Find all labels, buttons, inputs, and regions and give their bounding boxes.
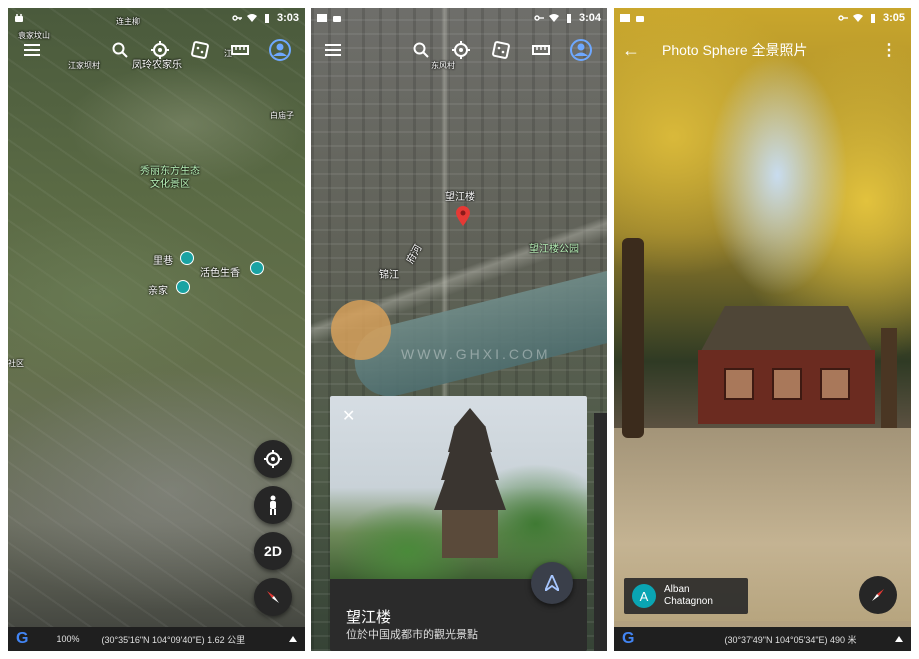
location-pin-icon[interactable] — [456, 206, 470, 226]
wifi-icon — [246, 14, 257, 22]
map-label: 社区 — [8, 359, 24, 368]
place-card[interactable]: ✕ 望江楼 位於中国成都市的觀光景點 — [330, 396, 587, 651]
more-options-icon[interactable]: ⋮ — [879, 40, 899, 60]
clock: 3:05 — [882, 12, 905, 24]
navigation-arrow-icon — [545, 575, 559, 591]
map-label: 江 — [224, 49, 232, 58]
photo-title: Photo Sphere 全景照片 — [662, 42, 808, 58]
wifi-icon — [548, 14, 559, 22]
map-label: 望江楼 — [445, 192, 475, 203]
coordinates: (30°37'49"N 104°05'34"E) 490 米 — [724, 634, 857, 645]
pagoda-illustration — [430, 408, 510, 558]
battery-icon — [264, 14, 269, 23]
next-card-peek[interactable] — [594, 413, 607, 651]
chevron-up-icon[interactable] — [895, 636, 903, 642]
android-icon — [15, 14, 23, 22]
clock: 3:04 — [578, 12, 601, 24]
toolbar — [311, 36, 607, 64]
account-icon[interactable] — [567, 36, 595, 64]
map-label: 锦江 — [379, 270, 399, 281]
map-label: 白庙子 — [270, 111, 294, 120]
map-label: 文化景区 — [150, 179, 190, 190]
image-icon — [317, 14, 327, 22]
map-label: 亲家 — [148, 286, 168, 297]
map-label: 东风村 — [431, 61, 455, 70]
view-mode-button[interactable]: 2D — [254, 532, 292, 570]
temple-building — [684, 306, 889, 424]
zoom-level: 100% — [56, 634, 80, 644]
photo-pin-icon[interactable] — [250, 261, 264, 275]
wifi-icon — [852, 14, 863, 22]
android-icon — [333, 16, 341, 22]
key-icon — [838, 15, 848, 21]
close-icon[interactable]: ✕ — [342, 406, 355, 426]
screen-photo-sphere: 3:05 ← Photo Sphere 全景照片 ⋮ A Alban Chata… — [614, 8, 911, 651]
place-subtitle: 位於中国成都市的觀光景點 — [346, 629, 478, 641]
battery-icon — [870, 14, 875, 23]
chevron-up-icon[interactable] — [289, 636, 297, 642]
compass-icon — [872, 589, 884, 601]
photo-pin-icon[interactable] — [180, 251, 194, 265]
image-icon — [620, 14, 630, 22]
key-icon — [232, 15, 242, 21]
map-label: 袁家坟山 — [18, 31, 50, 40]
author-name-line: Alban — [664, 584, 690, 595]
google-logo: G — [622, 630, 635, 647]
locate-icon — [264, 450, 282, 468]
screen-map-3d: 3:03 袁家坟山 连主柳 江家坝村 江 凤玲农家乐 白庙子 秀丽东方生态 文化… — [8, 8, 305, 651]
screen-place-card: 3:04 东风村 望江楼 望江楼公园 锦江 府河 WWW.GHXI.COM ✕ … — [311, 8, 607, 651]
map-label: 凤玲农家乐 — [132, 60, 182, 71]
attribution-bar: G 100% (30°35'16"N 104°09'40"E) 1.62 公里 — [8, 627, 305, 651]
photo-pin-icon[interactable] — [176, 280, 190, 294]
dice-icon[interactable] — [186, 36, 214, 64]
battery-icon — [566, 14, 571, 23]
map-label: 连主柳 — [116, 17, 140, 26]
google-logo: G — [16, 630, 29, 647]
key-icon — [534, 15, 544, 21]
back-arrow-icon[interactable]: ← — [622, 40, 652, 61]
search-icon[interactable] — [106, 36, 134, 64]
watermark-text: WWW.GHXI.COM — [401, 346, 551, 362]
dice-icon[interactable] — [487, 36, 515, 64]
author-chip[interactable]: A Alban Chatagnon — [624, 578, 748, 614]
android-icon — [636, 16, 644, 22]
map-label: 里巷 — [153, 256, 173, 267]
map-label: 望江楼公园 — [529, 244, 579, 255]
map-label: 活色生香 — [200, 268, 240, 279]
compass-icon — [267, 591, 279, 603]
pegman-icon — [270, 495, 276, 515]
compass-button[interactable] — [859, 576, 897, 614]
menu-icon[interactable] — [319, 36, 347, 64]
author-name-line: Chatagnon — [664, 596, 713, 607]
measure-icon[interactable] — [527, 36, 555, 64]
status-bar: 3:03 — [8, 8, 305, 28]
watermark-logo — [331, 300, 391, 360]
attribution-bar: G (30°37'49"N 104°05'34"E) 490 米 — [614, 627, 911, 651]
compass-button[interactable] — [254, 578, 292, 616]
avatar: A — [632, 584, 656, 608]
place-photo[interactable] — [330, 396, 587, 579]
account-icon[interactable] — [266, 36, 294, 64]
view-mode-label: 2D — [264, 543, 282, 559]
clock: 3:03 — [276, 12, 299, 24]
pegman-button[interactable] — [254, 486, 292, 524]
coordinates: (30°35'16"N 104°09'40"E) 1.62 公里 — [101, 634, 246, 645]
status-bar: 3:04 — [311, 8, 607, 28]
tree-trunk — [622, 238, 644, 438]
photo-header: ← Photo Sphere 全景照片 ⋮ — [614, 36, 911, 64]
map-label: 江家坝村 — [68, 61, 100, 70]
status-bar: 3:05 — [614, 8, 911, 28]
place-title: 望江楼 — [346, 609, 392, 626]
locate-button[interactable] — [254, 440, 292, 478]
navigate-button[interactable] — [531, 562, 573, 604]
